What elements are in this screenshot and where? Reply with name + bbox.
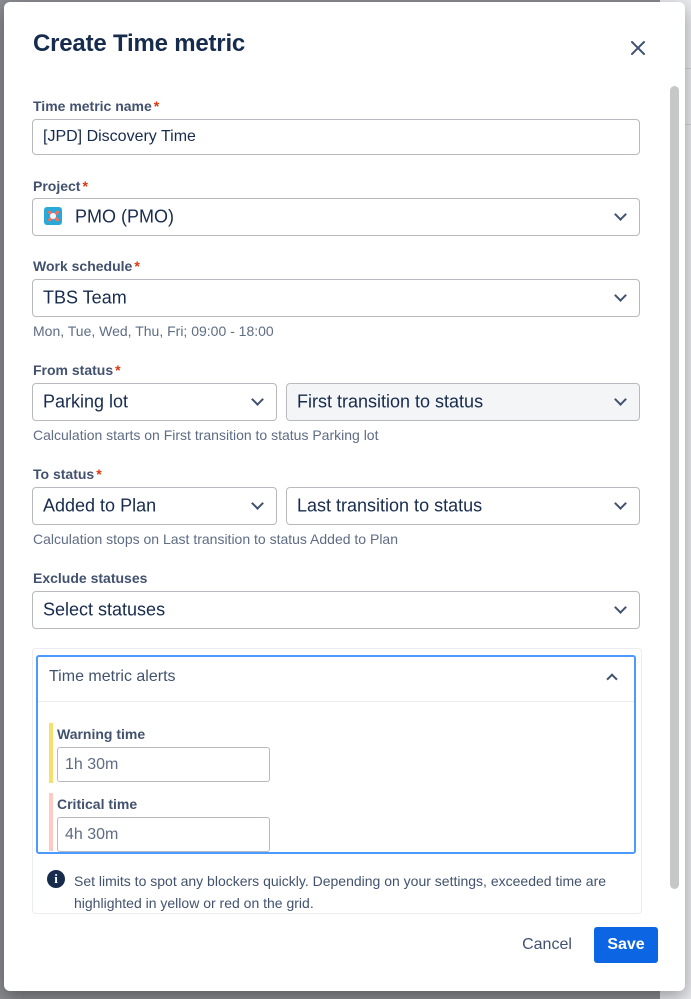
warning-time-input[interactable]: 1h 30m [57,747,270,782]
scrollbar[interactable] [670,86,679,889]
chevron-down-icon [614,393,627,406]
from-status-hint: Calculation starts on First transition t… [33,427,379,443]
cancel-button[interactable]: Cancel [509,927,585,963]
exclude-statuses-select[interactable]: Select statuses [32,591,640,629]
chevron-down-icon [614,497,627,510]
chevron-down-icon [251,393,264,406]
alerts-title: Time metric alerts [49,668,176,685]
close-button[interactable] [626,36,650,60]
from-transition-select[interactable]: First transition to status [286,383,640,421]
project-select[interactable]: PMO (PMO) [32,198,640,236]
to-transition-select[interactable]: Last transition to status [286,487,640,525]
chevron-up-icon[interactable] [606,673,618,685]
chevron-down-icon [614,208,627,221]
time-metric-alerts-panel: Time metric alerts Warning time 1h 30m C… [36,655,636,854]
from-status-label: From status * [33,362,121,378]
close-icon [631,41,645,55]
work-schedule-label: Work schedule * [33,258,140,274]
critical-time-input[interactable]: 4h 30m [57,817,270,852]
time-metric-name-input[interactable]: [JPD] Discovery Time [32,119,640,155]
create-time-metric-dialog: Create Time metric Time metric name * [JP… [4,2,685,991]
exclude-statuses-label: Exclude statuses [33,570,148,586]
chevron-down-icon [614,289,627,302]
work-schedule-hint: Mon, Tue, Wed, Thu, Fri; 09:00 - 18:00 [33,323,274,339]
warning-time-label: Warning time [57,726,146,742]
warning-indicator [49,723,53,783]
chevron-down-icon [614,601,627,614]
info-text: Set limits to spot any blockers quickly.… [74,873,607,911]
chevron-down-icon [251,497,264,510]
to-status-hint: Calculation stops on Last transition to … [33,531,399,547]
info-icon: i [47,870,65,888]
save-button[interactable]: Save [594,927,658,963]
project-label: Project * [33,178,88,194]
alerts-header[interactable]: Time metric alerts [38,657,634,702]
time-metric-name-label: Time metric name * [33,98,160,114]
dialog-title: Create Time metric [33,30,246,57]
critical-indicator [49,793,53,851]
to-status-select[interactable]: Added to Plan [32,487,277,525]
work-schedule-select[interactable]: TBS Team [32,279,640,317]
to-status-label: To status * [33,466,102,482]
from-status-select[interactable]: Parking lot [32,383,277,421]
project-icon [44,207,62,225]
critical-time-label: Critical time [57,796,138,812]
